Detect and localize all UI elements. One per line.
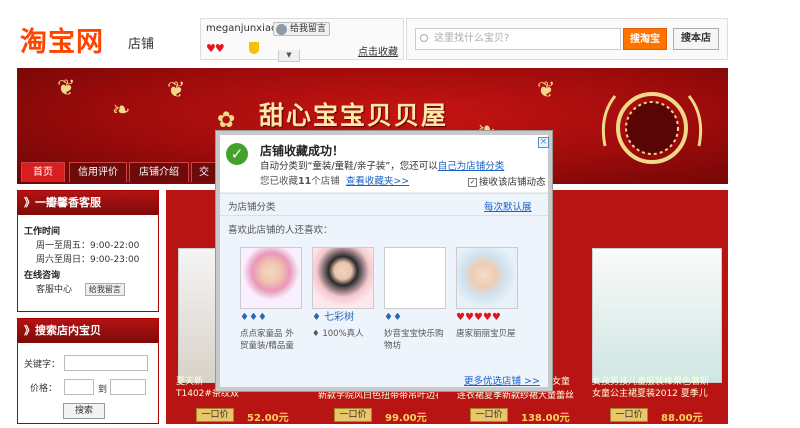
categorize-label: 为店铺分类	[228, 202, 276, 213]
weekday-hours: 周一至周五：9:00-22:00	[36, 241, 140, 251]
category-text: 自动分类到“童装/童鞋/亲子装”，您还可以	[260, 161, 438, 172]
count-suffix: 个店铺	[311, 176, 340, 187]
online-consult-label: 在线咨询	[24, 271, 61, 281]
service-title: 》一瓣馨香客服	[18, 191, 158, 215]
shop-thumbnail[interactable]	[456, 247, 518, 309]
shop-thumbnail[interactable]	[240, 247, 302, 309]
search-taobao-button[interactable]: 搜淘宝	[623, 28, 667, 50]
checkbox-checked-icon[interactable]: ✓	[468, 178, 477, 187]
product-price: 88.00元	[661, 413, 703, 424]
shop-name[interactable]: 唐家丽丽宝贝屋	[456, 328, 518, 340]
success-check-icon: ✓	[226, 143, 248, 165]
recommended-shops: ♦♦♦ 点点家童品 外贸童装/精品童 ♦ 七彩树 ♦ 100%真人 ♦♦ 妙音宝…	[220, 237, 548, 387]
ornament-icon: ❦	[537, 78, 556, 103]
more-shops-link[interactable]: 更多优选店铺 >>	[464, 373, 540, 387]
recommend-label: 喜欢此店铺的人还喜欢：	[228, 225, 333, 236]
view-favorites-link[interactable]: 查看收藏夹>>	[346, 176, 409, 187]
product-name[interactable]: 女童	[552, 376, 582, 388]
product-price: 99.00元	[385, 413, 427, 424]
product-price: 138.00元	[521, 413, 570, 424]
search-icon	[420, 34, 428, 42]
shop-name[interactable]: 点点家童品 外贸童装/精品童	[240, 328, 302, 352]
shop-rank-icon: ♦♦♦	[240, 312, 267, 323]
favorite-success-dialog: ✓ 店铺收藏成功！ 自动分类到“童装/童鞋/亲子装”，您还可以自己为店铺分类 您…	[216, 131, 552, 391]
recommended-shop[interactable]: ♦♦♦ 点点家童品 外贸童装/精品童	[240, 247, 302, 352]
close-icon[interactable]: ×	[538, 137, 549, 148]
search-area: 这里找什么宝贝? 搜淘宝 搜本店	[406, 18, 728, 60]
price-to-label: 到	[98, 385, 108, 395]
ornament-icon: ❦	[167, 78, 186, 103]
recommended-shop[interactable]: ♥♥♥♥♥ 唐家丽丽宝贝屋	[456, 247, 518, 340]
jewel-ring-icon	[601, 92, 703, 164]
dialog-category-line: 自动分类到“童装/童鞋/亲子装”，您还可以自己为店铺分类	[260, 158, 504, 172]
dialog-count-line: 您已收藏11个店铺 查看收藏夹>>	[260, 173, 409, 187]
search-placeholder: 这里找什么宝贝?	[434, 33, 510, 44]
rating-hearts-icon: ♥♥	[206, 42, 225, 55]
weekend-hours: 周六至周日：9:00-23:00	[36, 255, 140, 265]
work-hours-label: 工作时间	[24, 227, 61, 237]
leave-message-button[interactable]: 给我留言	[273, 22, 331, 36]
product-3-text: 女童	[552, 376, 582, 388]
recommended-shop[interactable]: ♦ 七彩树 ♦ 100%真人	[312, 247, 374, 340]
product-card[interactable]	[592, 248, 722, 428]
shop-name[interactable]: 妙音宝宝快乐购物坊	[384, 328, 446, 352]
price-min-input[interactable]	[64, 379, 94, 395]
favorite-shop-link[interactable]: 点击收藏	[358, 43, 398, 58]
ornament-icon: ✿	[217, 108, 236, 133]
recommended-shop[interactable]: ♦♦ 妙音宝宝快乐购物坊	[384, 247, 446, 352]
ornament-icon: ❦	[57, 76, 76, 101]
logo-sub-label: 店铺	[128, 37, 155, 52]
receive-updates-label: 接收该店铺动态	[479, 177, 546, 188]
buy-now-button[interactable]: 一口价	[196, 408, 234, 422]
search-shop-button[interactable]: 搜本店	[673, 28, 719, 50]
service-panel: 》一瓣馨香客服 工作时间 周一至周五：9:00-22:00 周六至周日：9:00…	[17, 190, 159, 312]
buy-now-button[interactable]: 一口价	[334, 408, 372, 422]
buy-now-button[interactable]: 一口价	[610, 408, 648, 422]
buy-now-button[interactable]: 一口价	[470, 408, 508, 422]
favorite-count: 11	[298, 176, 312, 187]
product-name-2[interactable]: 女童公主裙夏装2012 夏季儿	[592, 388, 724, 400]
taobao-logo[interactable]: 淘宝网	[20, 20, 104, 59]
tab-credit[interactable]: 信用评价	[69, 162, 127, 182]
product-name[interactable]: 女孩男孩儿童服装棒果色薯斯	[592, 376, 724, 388]
self-categorize-link[interactable]: 自己为店铺分类	[438, 161, 505, 172]
seller-name[interactable]: meganjunxiao	[206, 23, 277, 34]
price-max-input[interactable]	[110, 379, 146, 395]
shop-thumbnail[interactable]	[312, 247, 374, 309]
recommend-header: 喜欢此店铺的人还喜欢：	[220, 215, 548, 237]
tab-shop-intro[interactable]: 店铺介绍	[129, 162, 189, 182]
product-price: 52.00元	[247, 413, 289, 424]
product-4-text: 女孩男孩儿童服装棒果色薯斯 女童公主裙夏装2012 夏季儿	[592, 376, 724, 400]
wangwang-icon	[276, 24, 287, 35]
dialog-header: ✓ 店铺收藏成功！ 自动分类到“童装/童鞋/亲子装”，您还可以自己为店铺分类 您…	[220, 135, 549, 193]
shop-search-button[interactable]: 搜索	[63, 403, 105, 419]
categorize-section: 为店铺分类 每次默认展开？	[220, 193, 548, 227]
tab-more[interactable]: 交	[191, 162, 217, 182]
shop-title: 甜心宝宝贝贝屋	[259, 101, 449, 130]
receive-updates-checkbox[interactable]: ✓ 接收该店铺动态	[468, 174, 546, 188]
medal-icon	[249, 42, 259, 54]
top-bar: 淘宝网 店铺 meganjunxiao 给我留言 ♥♥ 点击收藏 ▼ 这里找什么…	[0, 0, 800, 68]
customer-center-label: 客服中心	[36, 285, 73, 295]
shop-rank-icon: ♥♥♥♥♥	[456, 312, 501, 323]
seller-info-box: meganjunxiao 给我留言 ♥♥ 点击收藏	[200, 18, 404, 60]
shop-name[interactable]: ♦ 100%真人	[312, 328, 374, 340]
dropdown-toggle[interactable]: ▼	[278, 50, 300, 62]
price-label: 价格：	[30, 384, 58, 394]
tab-home[interactable]: 首页	[21, 162, 65, 182]
search-input[interactable]: 这里找什么宝贝?	[415, 28, 621, 50]
dialog-title: 店铺收藏成功！	[260, 144, 345, 158]
shop-rank-icon: ♦♦	[384, 312, 402, 323]
leave-message-label: 给我留言	[290, 24, 327, 34]
shop-thumbnail[interactable]	[384, 247, 446, 309]
count-prefix: 您已收藏	[260, 176, 299, 187]
ornament-icon: ❧	[112, 98, 131, 123]
keyword-label: 关键字：	[24, 360, 61, 370]
keyword-input[interactable]	[64, 355, 148, 371]
shop-search-title: 》搜索店内宝贝	[18, 319, 158, 343]
product-image[interactable]	[592, 248, 722, 383]
sidebar-message-button[interactable]: 给我留言	[84, 283, 125, 296]
shop-rank-icon: ♦ 七彩树	[312, 312, 355, 323]
